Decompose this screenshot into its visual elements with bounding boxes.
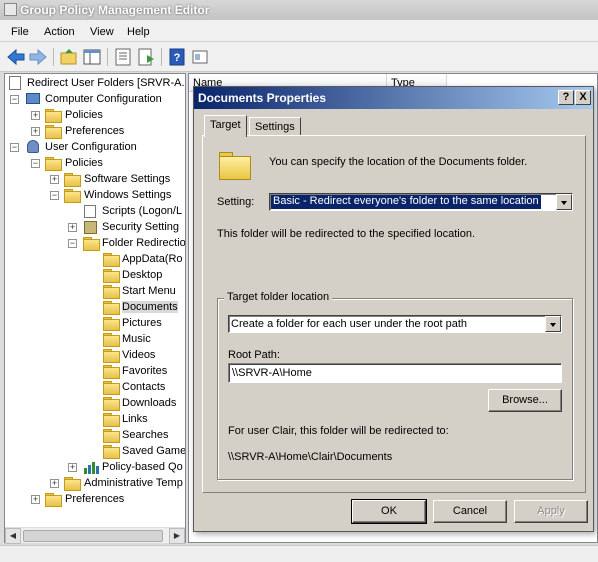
menu-file[interactable]: File	[11, 26, 29, 38]
setting-label: Setting:	[217, 196, 255, 208]
forward-arrow-icon[interactable]	[28, 47, 48, 67]
chevron-down-icon[interactable]	[556, 194, 572, 210]
folder-icon	[103, 381, 120, 395]
back-arrow-icon[interactable]	[6, 47, 26, 67]
folder-icon	[103, 429, 120, 443]
policy-document-icon	[9, 76, 21, 90]
view-icon[interactable]	[190, 47, 210, 67]
folder-icon	[103, 349, 120, 363]
close-button[interactable]: X	[575, 90, 591, 105]
redirect-path: \\SRVR-A\Home\Clair\Documents	[228, 451, 393, 463]
folder-icon	[45, 109, 62, 123]
target-folder-location-label: Target folder location	[224, 291, 333, 303]
console-tree[interactable]: Redirect User Folders [SRVR-A.I − Comput…	[4, 73, 186, 543]
folder-icon	[219, 152, 251, 180]
expand-icon[interactable]: +	[31, 111, 40, 120]
expand-icon[interactable]: +	[68, 223, 77, 232]
folder-icon	[83, 237, 100, 251]
menu-action[interactable]: Action	[44, 26, 75, 38]
folder-icon	[64, 173, 81, 187]
folder-icon	[103, 301, 120, 315]
svg-text:?: ?	[174, 52, 181, 64]
root-path-label: Root Path:	[228, 349, 280, 361]
user-icon	[27, 140, 39, 153]
collapse-icon[interactable]: −	[10, 95, 19, 104]
folder-icon	[64, 477, 81, 491]
folder-icon	[103, 269, 120, 283]
computer-icon	[26, 93, 40, 104]
menu-help[interactable]: Help	[127, 26, 150, 38]
collapse-icon[interactable]: −	[31, 159, 40, 168]
folder-icon	[45, 493, 62, 507]
redirect-note: For user Clair, this folder will be redi…	[228, 425, 449, 437]
cancel-button[interactable]: Cancel	[433, 500, 507, 523]
apply-button[interactable]: Apply	[514, 500, 588, 523]
folder-icon	[103, 253, 120, 267]
folder-icon	[64, 189, 81, 203]
collapse-icon[interactable]: −	[68, 239, 77, 248]
properties-icon[interactable]	[113, 47, 133, 67]
help-icon[interactable]: ?	[167, 47, 187, 67]
toolbar: ?	[0, 42, 598, 72]
toolbar-separator	[53, 48, 54, 66]
target-folder-location-group: Target folder location Create a folder f…	[217, 291, 573, 480]
tab-target[interactable]: Target	[204, 115, 247, 137]
dialog-title-bar: Documents Properties ? X	[194, 87, 593, 109]
folder-icon	[45, 125, 62, 139]
collapse-icon[interactable]: −	[50, 191, 59, 200]
collapse-icon[interactable]: −	[10, 143, 19, 152]
root-path-input[interactable]: \\SRVR-A\Home	[228, 363, 562, 383]
app-icon	[4, 3, 17, 16]
toolbar-separator	[161, 48, 162, 66]
documents-properties-dialog: Documents Properties ? X Target Settings…	[193, 86, 594, 532]
expand-icon[interactable]: +	[68, 463, 77, 472]
scrollbar-thumb[interactable]	[23, 530, 163, 542]
target-location-value: Create a folder for each user under the …	[231, 318, 468, 330]
folder-icon	[103, 317, 120, 331]
folder-icon	[103, 333, 120, 347]
target-location-dropdown[interactable]: Create a folder for each user under the …	[228, 315, 562, 333]
target-tab-panel: You can specify the location of the Docu…	[202, 135, 586, 493]
folder-icon	[103, 397, 120, 411]
expand-icon[interactable]: +	[50, 175, 59, 184]
intro-text: You can specify the location of the Docu…	[269, 156, 528, 168]
scroll-right-icon[interactable]: ▶	[169, 528, 185, 544]
help-button[interactable]: ?	[558, 90, 574, 105]
window-title: Group Policy Management Editor	[20, 3, 210, 17]
folder-icon	[103, 445, 120, 459]
description-text: This folder will be redirected to the sp…	[217, 228, 476, 240]
ok-button[interactable]: OK	[351, 499, 427, 524]
setting-dropdown-value: Basic - Redirect everyone's folder to th…	[271, 195, 541, 209]
security-icon	[84, 221, 97, 234]
setting-dropdown[interactable]: Basic - Redirect everyone's folder to th…	[269, 193, 573, 211]
status-bar	[0, 545, 598, 562]
folder-icon	[103, 285, 120, 299]
export-list-icon[interactable]	[136, 47, 156, 67]
script-icon	[84, 205, 96, 218]
dialog-title: Documents Properties	[198, 91, 327, 105]
scroll-left-icon[interactable]: ◀	[5, 528, 21, 544]
folder-icon	[103, 365, 120, 379]
folder-icon	[103, 413, 120, 427]
expand-icon[interactable]: +	[31, 495, 40, 504]
menu-bar: File Action View Help	[0, 20, 598, 42]
show-hide-tree-icon[interactable]	[82, 47, 102, 67]
qos-chart-icon	[83, 461, 99, 474]
expand-icon[interactable]: +	[50, 479, 59, 488]
expand-icon[interactable]: +	[31, 127, 40, 136]
tree-horizontal-scrollbar[interactable]: ◀ ▶	[5, 527, 185, 544]
folder-icon	[45, 157, 62, 171]
browse-button[interactable]: Browse...	[488, 389, 562, 412]
toolbar-separator	[107, 48, 108, 66]
chevron-down-icon[interactable]	[545, 316, 561, 332]
up-folder-icon[interactable]	[59, 47, 79, 67]
tab-settings[interactable]: Settings	[249, 117, 301, 137]
menu-view[interactable]: View	[90, 26, 114, 38]
window-title-bar: Group Policy Management Editor	[0, 0, 598, 20]
